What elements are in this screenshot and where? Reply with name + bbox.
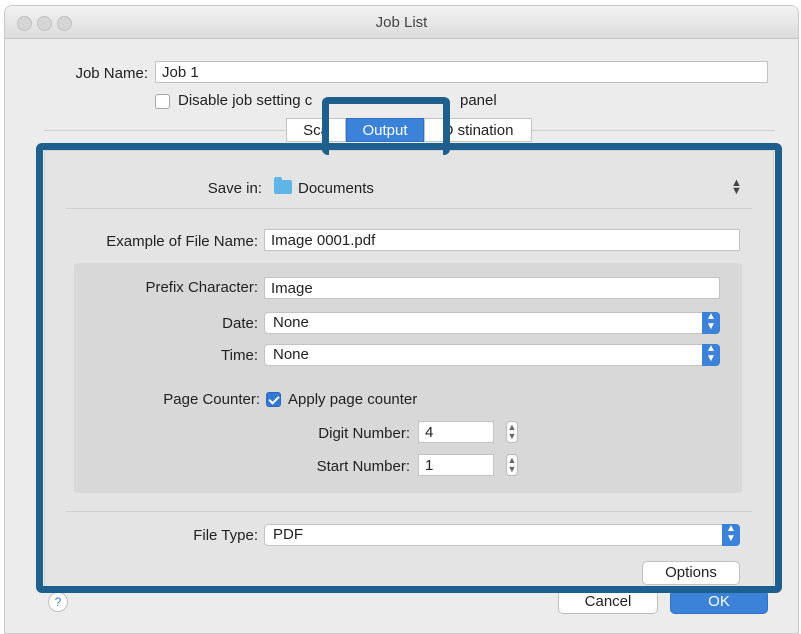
window-title: Job List (375, 14, 428, 31)
save-in-popup-arrows-icon[interactable]: ▲ ▼ (731, 178, 742, 197)
start-number-label: Start Number: (316, 458, 410, 475)
time-value: None (273, 346, 309, 363)
chevron-up-down-icon: ▲ ▼ (702, 344, 720, 366)
disable-job-setting-checkbox[interactable] (155, 94, 170, 109)
save-in-label: Save in: (207, 180, 262, 197)
start-number-stepper[interactable]: ▲ ▼ (506, 454, 518, 476)
help-button[interactable]: ? (48, 592, 68, 612)
job-name-label: Job Name: (75, 65, 148, 82)
time-popup[interactable]: None ▲ ▼ (264, 344, 720, 366)
options-button[interactable]: Options (642, 561, 740, 585)
file-type-popup[interactable]: PDF ▲ ▼ (264, 524, 740, 546)
file-type-label: File Type: (193, 527, 258, 544)
start-number-input[interactable]: 1 (418, 454, 494, 476)
page-counter-label: Page Counter: (163, 391, 260, 408)
ok-button[interactable]: OK (670, 590, 768, 614)
separator (66, 208, 752, 209)
disable-job-setting-label-tail: panel (460, 92, 497, 109)
date-value: None (273, 314, 309, 331)
digit-number-input[interactable]: 4 (418, 421, 494, 443)
tab-destination[interactable]: D stination (424, 118, 532, 142)
folder-icon (274, 177, 292, 194)
chevron-up-down-icon: ▲ ▼ (702, 312, 720, 334)
cancel-button[interactable]: Cancel (558, 590, 658, 614)
file-type-value: PDF (273, 526, 303, 543)
digit-number-stepper[interactable]: ▲ ▼ (506, 421, 518, 443)
disable-job-setting-label: Disable job setting c (178, 92, 313, 109)
example-file-name-field: Image 0001.pdf (264, 229, 740, 251)
time-label: Time: (221, 347, 258, 364)
example-file-name-label: Example of File Name: (106, 233, 258, 250)
separator (66, 511, 752, 512)
date-popup[interactable]: None ▲ ▼ (264, 312, 720, 334)
job-name-input[interactable]: Job 1 (155, 61, 768, 83)
prefix-character-input[interactable]: Image (264, 277, 720, 299)
digit-number-label: Digit Number: (318, 425, 410, 442)
apply-page-counter-checkbox[interactable] (266, 392, 281, 407)
prefix-character-label: Prefix Character: (145, 279, 258, 296)
date-label: Date: (222, 315, 258, 332)
save-in-value[interactable]: Documents (298, 180, 374, 197)
tab-scan[interactable]: Sca (286, 118, 346, 142)
tab-output[interactable]: Output (346, 118, 424, 142)
title-bar: Job List (5, 6, 798, 39)
chevron-up-down-icon: ▲ ▼ (722, 524, 740, 546)
apply-page-counter-label: Apply page counter (288, 391, 418, 408)
